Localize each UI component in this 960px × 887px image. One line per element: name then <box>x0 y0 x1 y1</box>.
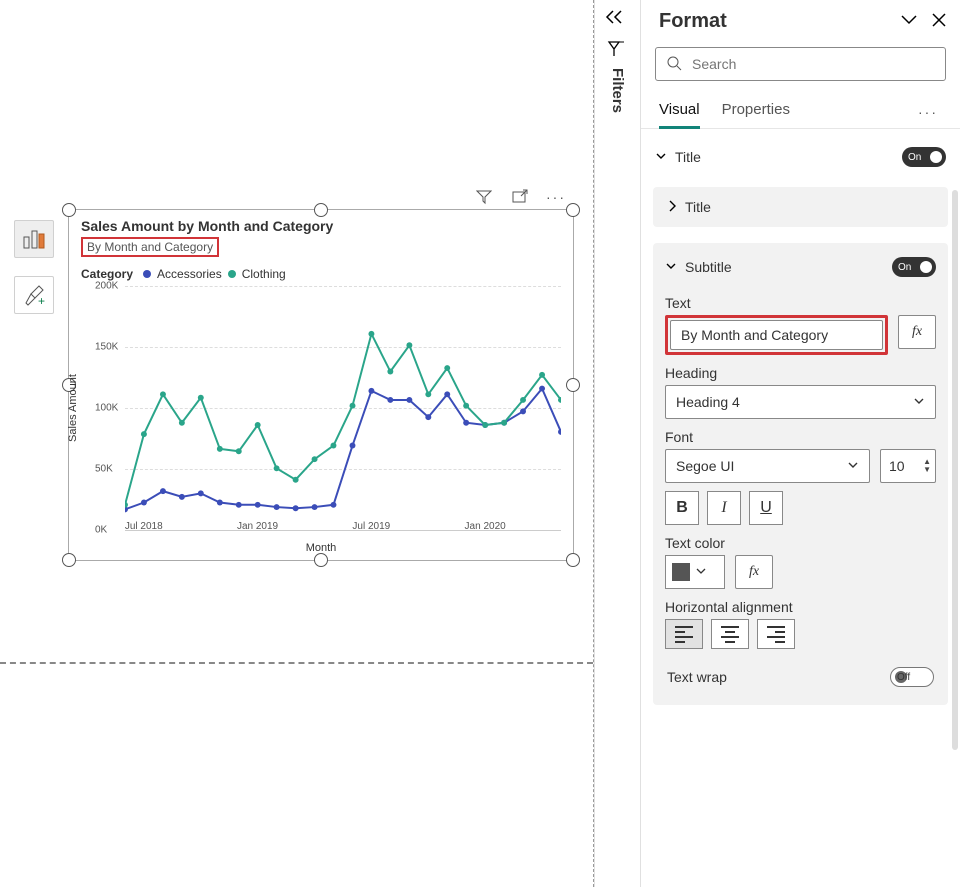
format-search[interactable] <box>655 47 946 81</box>
format-tool-button[interactable]: + <box>14 276 54 314</box>
y-tick: 100K <box>95 403 118 414</box>
title-inner-card[interactable]: Title <box>653 187 948 227</box>
x-tick: Jan 2020 <box>465 521 506 532</box>
filter-icon[interactable] <box>475 188 493 206</box>
bookmark-icon[interactable] <box>607 40 625 61</box>
resize-handle[interactable] <box>566 553 580 567</box>
filters-pane-collapsed: Filters <box>594 0 640 887</box>
resize-handle[interactable] <box>62 553 76 567</box>
bold-button[interactable]: B <box>665 491 699 525</box>
halign-label: Horizontal alignment <box>665 599 936 615</box>
close-pane-icon[interactable] <box>932 13 946 30</box>
chevron-right-icon <box>667 199 677 215</box>
tab-properties[interactable]: Properties <box>722 95 790 128</box>
text-wrap-label: Text wrap <box>667 669 727 685</box>
chevron-down-icon <box>696 566 706 579</box>
subtitle-section-label: Subtitle <box>685 259 732 275</box>
text-color-label: Text color <box>665 535 936 551</box>
chart-plot-area: Sales Amount Month 200K 150K 100K 50K 0K… <box>81 286 561 530</box>
subtitle-card: Subtitle On Text By Month and Category f… <box>653 243 948 705</box>
subtitle-text-highlight: By Month and Category <box>665 315 888 355</box>
text-color-fx-button[interactable]: fx <box>735 555 773 589</box>
chart-legend: Category Accessories Clothing <box>81 267 573 281</box>
align-center-button[interactable] <box>711 619 749 649</box>
x-tick: Jul 2018 <box>125 521 163 532</box>
chart-lines <box>125 286 561 514</box>
bar-chart-icon <box>23 229 45 249</box>
scrollbar[interactable] <box>952 190 958 750</box>
chart-title: Sales Amount by Month and Category <box>81 218 573 234</box>
collapse-pane-icon[interactable] <box>900 13 918 30</box>
more-options-icon[interactable]: ··· <box>547 188 565 206</box>
y-axis-title: Sales Amount <box>67 374 79 442</box>
visual-tool-stack: + <box>14 220 54 314</box>
chevron-down-icon <box>655 150 667 165</box>
x-tick: Jan 2019 <box>237 521 278 532</box>
report-canvas[interactable]: + ··· Sales Amount by Month a <box>0 0 594 887</box>
align-right-button[interactable] <box>757 619 795 649</box>
title-inner-label: Title <box>685 199 711 215</box>
subtitle-section-header[interactable]: Subtitle On <box>665 257 936 285</box>
legend-swatch-accessories <box>143 270 151 278</box>
y-tick: 150K <box>95 342 118 353</box>
chevron-down-icon <box>913 394 925 410</box>
svg-text:+: + <box>38 294 45 306</box>
format-pane: Format Visual Properties ··· <box>640 0 960 887</box>
expand-filters-icon[interactable] <box>605 10 623 27</box>
resize-handle[interactable] <box>566 378 580 392</box>
tab-visual[interactable]: Visual <box>659 95 700 128</box>
text-color-picker[interactable] <box>665 555 725 589</box>
line-chart-visual[interactable]: ··· Sales Amount by Month and Category B… <box>68 209 574 561</box>
title-toggle[interactable]: On <box>902 147 946 167</box>
underline-button[interactable]: U <box>749 491 783 525</box>
heading-label: Heading <box>665 365 936 381</box>
y-tick: 50K <box>95 464 113 475</box>
subtitle-toggle[interactable]: On <box>892 257 936 277</box>
font-size-input[interactable]: 10 ▲▼ <box>880 449 936 483</box>
format-title: Format <box>659 10 727 33</box>
visual-header-actions: ··· <box>475 188 565 206</box>
tabs-more-icon[interactable]: ··· <box>918 104 938 120</box>
chevron-down-icon <box>665 259 677 275</box>
y-tick: 0K <box>95 525 107 536</box>
legend-swatch-clothing <box>228 270 236 278</box>
chart-subtitle-highlight: By Month and Category <box>81 237 219 257</box>
align-left-button[interactable] <box>665 619 703 649</box>
format-header: Format <box>641 0 960 43</box>
resize-handle[interactable] <box>566 203 580 217</box>
title-section-header[interactable]: Title On <box>653 143 948 171</box>
subtitle-text-label: Text <box>665 295 936 311</box>
format-tabs: Visual Properties ··· <box>641 91 960 129</box>
focus-mode-icon[interactable] <box>511 188 529 206</box>
legend-item: Accessories <box>157 267 222 281</box>
title-section-label: Title <box>675 149 701 165</box>
resize-handle[interactable] <box>314 553 328 567</box>
y-tick: 200K <box>95 281 118 292</box>
chart-subtitle: By Month and Category <box>87 240 213 254</box>
filters-label: Filters <box>609 68 626 113</box>
search-icon <box>666 55 682 74</box>
heading-select[interactable]: Heading 4 <box>665 385 936 419</box>
text-wrap-toggle[interactable]: Off <box>890 667 934 687</box>
search-input[interactable] <box>690 55 935 73</box>
format-body: Title On Title <box>641 129 960 887</box>
color-swatch-icon <box>672 563 690 581</box>
paintbrush-icon: + <box>23 284 45 306</box>
resize-handle[interactable] <box>314 203 328 217</box>
legend-title: Category <box>81 267 133 281</box>
x-axis-title: Month <box>306 542 337 554</box>
italic-button[interactable]: I <box>707 491 741 525</box>
subtitle-text-input[interactable]: By Month and Category <box>670 320 883 350</box>
chevron-down-icon <box>847 458 859 474</box>
resize-handle[interactable] <box>62 203 76 217</box>
font-family-select[interactable]: Segoe UI <box>665 449 870 483</box>
legend-item: Clothing <box>242 267 286 281</box>
canvas-divider <box>0 662 593 664</box>
subtitle-text-fx-button[interactable]: fx <box>898 315 936 349</box>
font-label: Font <box>665 429 936 445</box>
fields-tool-button[interactable] <box>14 220 54 258</box>
spinner-icon[interactable]: ▲▼ <box>923 458 931 474</box>
x-tick: Jul 2019 <box>352 521 390 532</box>
